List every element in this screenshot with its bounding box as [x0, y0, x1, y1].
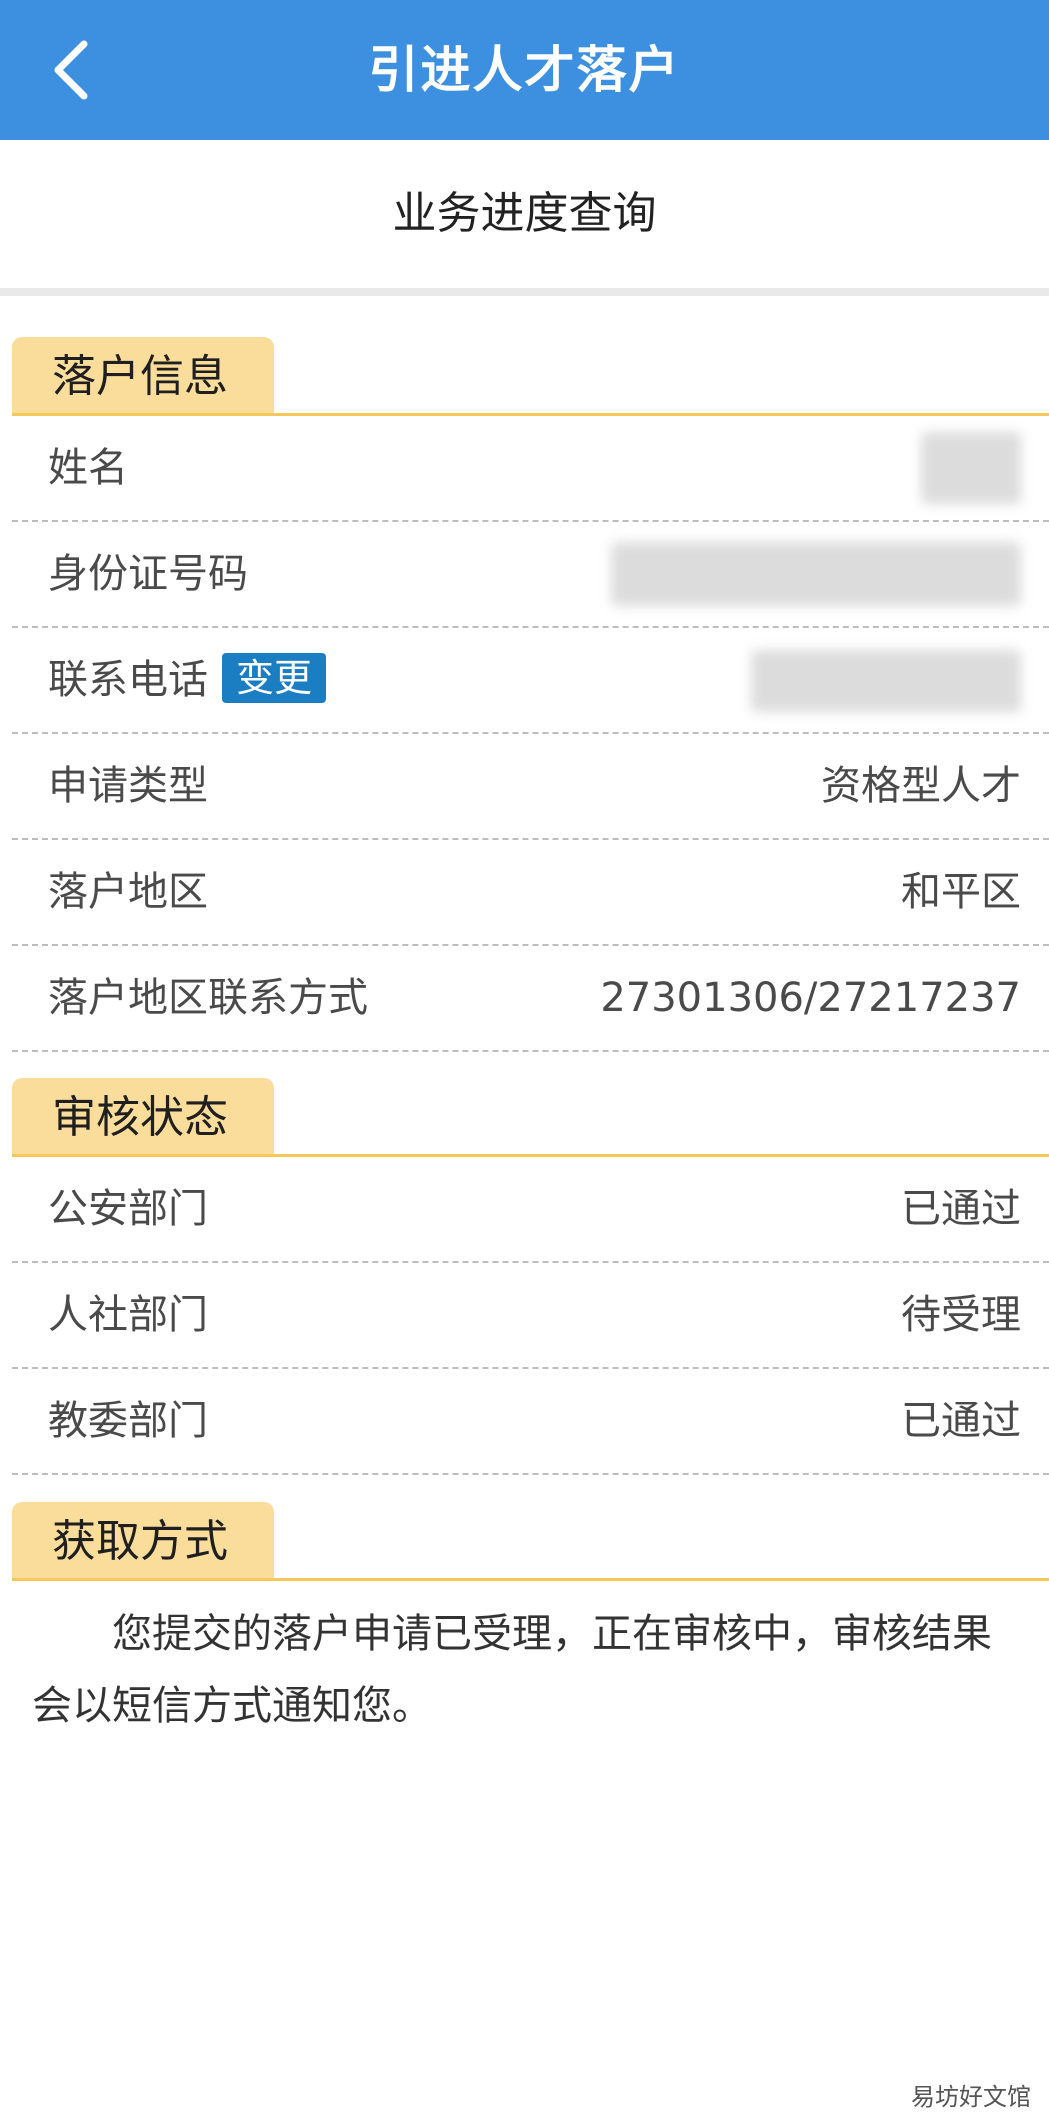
info-row-district: 落户地区 和平区 [12, 840, 1049, 946]
row-label: 身份证号码 [48, 551, 248, 597]
section-tab-retrieval: 获取方式 [12, 1502, 274, 1578]
row-value: 已通过 [901, 1186, 1021, 1232]
redacted-id-number [611, 542, 1021, 606]
redacted-phone [751, 650, 1021, 712]
redacted-name [921, 432, 1021, 504]
notice-text: 您提交的落户申请已受理，正在审核中，审核结果会以短信方式通知您。 [32, 1611, 992, 1729]
row-value: 和平区 [901, 869, 1021, 915]
row-value: 已通过 [901, 1398, 1021, 1444]
row-label: 姓名 [48, 445, 128, 491]
watermark: 易坊好文馆 [911, 2083, 1031, 2111]
page-title: 引进人才落户 [368, 41, 681, 99]
row-label: 落户地区联系方式 [48, 975, 368, 1021]
row-value: 待受理 [901, 1292, 1021, 1338]
status-row-police: 公安部门 已通过 [12, 1157, 1049, 1263]
top-nav-bar: 引进人才落户 [0, 0, 1049, 140]
info-row-id-number: 身份证号码 [12, 522, 1049, 628]
info-row-name: 姓名 [12, 416, 1049, 522]
subheader: 业务进度查询 [0, 140, 1049, 288]
row-label: 申请类型 [48, 763, 208, 809]
status-row-education: 教委部门 已通过 [12, 1369, 1049, 1475]
row-label: 联系电话 变更 [48, 628, 327, 732]
row-label: 人社部门 [48, 1292, 208, 1338]
section-underline [12, 1578, 1049, 1581]
row-value: 资格型人才 [821, 763, 1021, 809]
section-tab-settle-info: 落户信息 [12, 337, 274, 413]
info-row-district-contact: 落户地区联系方式 27301306/27217237 [12, 946, 1049, 1052]
change-phone-button[interactable]: 变更 [222, 653, 327, 703]
row-label: 公安部门 [48, 1186, 208, 1232]
row-label: 教委部门 [48, 1398, 208, 1444]
section-divider [0, 288, 1049, 296]
row-value: 27301306/27217237 [600, 975, 1021, 1021]
status-row-hr: 人社部门 待受理 [12, 1263, 1049, 1369]
info-row-apply-type: 申请类型 资格型人才 [12, 734, 1049, 840]
row-label: 落户地区 [48, 869, 208, 915]
info-row-phone: 联系电话 变更 [12, 628, 1049, 734]
subheader-title: 业务进度查询 [392, 188, 657, 239]
row-label-text: 联系电话 [48, 657, 208, 703]
section-tab-review-status: 审核状态 [12, 1078, 274, 1154]
